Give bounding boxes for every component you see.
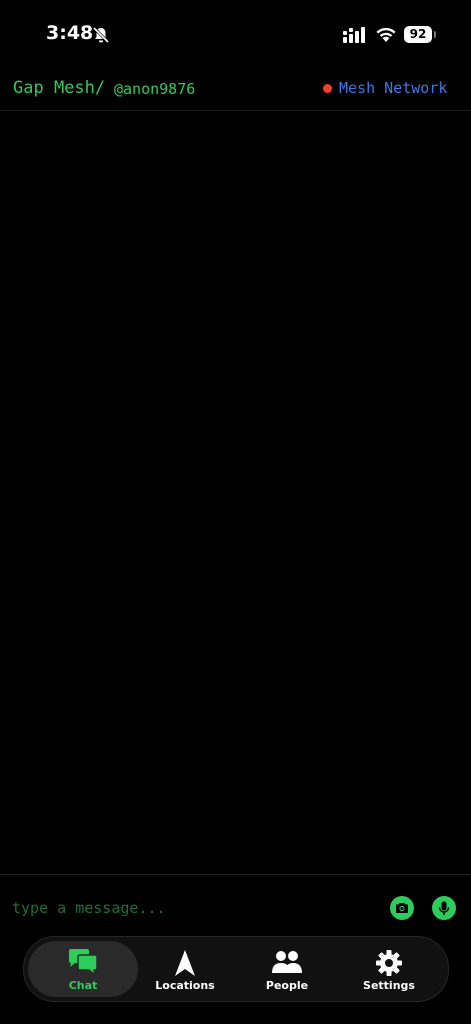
battery-indicator: 92 <box>404 26 432 43</box>
tab-label: Settings <box>363 979 415 992</box>
chat-bubbles-icon <box>69 949 98 977</box>
tab-label: People <box>265 979 309 992</box>
cellular-signal-icon <box>343 27 365 43</box>
tab-locations[interactable]: Locations <box>130 941 240 997</box>
camera-icon <box>396 903 408 913</box>
people-icon <box>272 951 302 973</box>
battery-cap <box>434 31 436 38</box>
network-status-dot <box>323 84 332 93</box>
wifi-icon <box>376 27 396 42</box>
tab-settings[interactable]: Settings <box>334 941 444 997</box>
tab-label: Chat <box>68 979 98 992</box>
camera-button[interactable] <box>390 896 414 920</box>
tab-chat[interactable]: Chat <box>28 941 138 997</box>
tab-bar: Chat Locations People Settings <box>23 936 449 1002</box>
message-list[interactable] <box>0 111 471 874</box>
microphone-button[interactable] <box>432 896 456 920</box>
message-input[interactable] <box>12 895 372 921</box>
message-composer <box>0 874 471 937</box>
status-time: 3:48 <box>46 22 94 44</box>
tab-people[interactable]: People <box>232 941 342 997</box>
app-header: Gap Mesh/ @anon9876 Mesh Network <box>0 70 471 111</box>
location-arrow-icon <box>175 950 195 976</box>
bell-muted-icon <box>92 26 110 44</box>
microphone-icon <box>438 901 450 915</box>
username[interactable]: @anon9876 <box>114 80 195 98</box>
status-bar: 3:48 92 <box>0 0 471 60</box>
app-title: Gap Mesh/ <box>13 78 106 98</box>
gear-icon <box>376 950 402 976</box>
network-selector[interactable]: Mesh Network <box>339 79 447 97</box>
tab-label: Locations <box>155 979 215 992</box>
